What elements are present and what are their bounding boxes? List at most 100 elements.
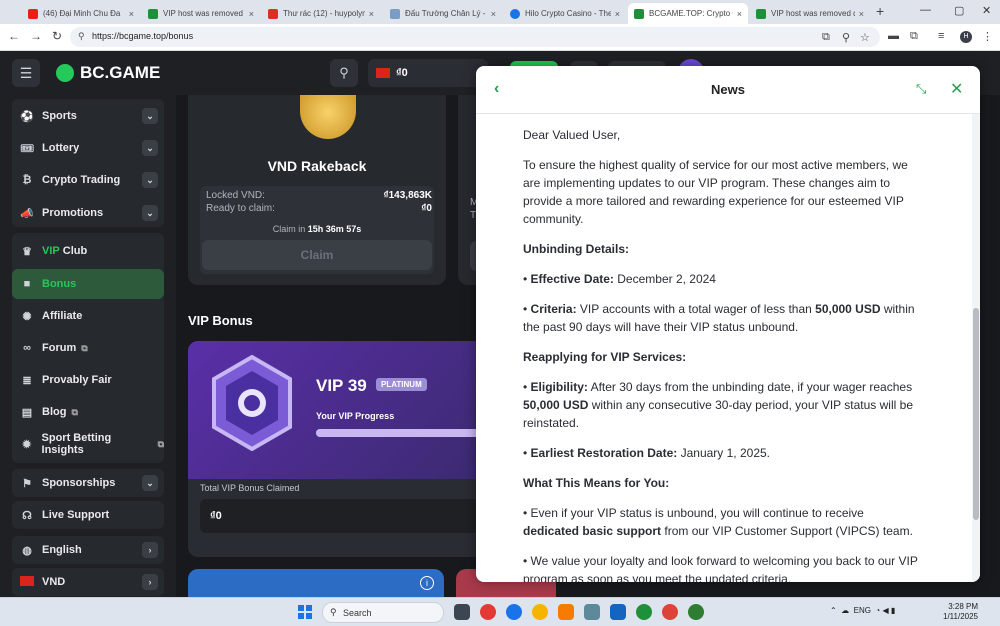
back-icon[interactable]: ← [8, 29, 20, 43]
chevron-right-icon[interactable]: › [142, 574, 158, 590]
media-icon[interactable]: ▬ [888, 30, 899, 42]
browser-tab[interactable]: Thư rác (12) - huypolym × [262, 3, 380, 24]
currency-selector[interactable]: VND › [12, 567, 164, 597]
app-icon[interactable] [636, 604, 652, 620]
sidebar-item-promotions[interactable]: 📣 Promotions ⌄ [12, 198, 164, 228]
close-tab-icon[interactable]: × [249, 9, 254, 19]
input-language[interactable]: ENG [854, 606, 871, 615]
sidebar-item-forum[interactable]: ∞ Forum ⧉ [12, 333, 164, 363]
scrollbar-thumb[interactable] [973, 308, 979, 520]
close-tab-icon[interactable]: × [369, 9, 374, 19]
sidebar-item-blog[interactable]: ▤ Blog ⧉ [12, 397, 164, 427]
sidebar-item-sponsorships[interactable]: ⚑ Sponsorships ⌄ [12, 468, 164, 498]
close-tab-icon[interactable]: × [491, 9, 496, 19]
chevron-right-icon[interactable]: › [142, 542, 158, 558]
taskbar-search[interactable]: ⚲ Search [322, 602, 444, 623]
taskbar-search-label: Search [343, 608, 372, 618]
collapse-icon[interactable]: ⤡ [916, 81, 926, 97]
url-input[interactable]: ⚲ https://bcgame.top/bonus [70, 27, 880, 47]
headset-icon: ☊ [22, 509, 32, 522]
close-icon[interactable]: ✕ [950, 79, 963, 99]
sidebar-item-sport-betting-insights[interactable]: ✹ Sport Betting Insights ⧉ [12, 429, 164, 459]
install-app-icon[interactable]: ⧉ [822, 31, 830, 44]
maximize-icon[interactable]: ▢ [954, 4, 964, 17]
browser-tab[interactable]: VIP host was removed d × [142, 3, 260, 24]
edge-icon[interactable] [506, 604, 522, 620]
sidebar-item-lottery[interactable]: 🎟 Lottery ⌄ [12, 133, 164, 163]
language-selector[interactable]: ◍ English › [12, 535, 164, 565]
search-icon[interactable]: ⚲ [330, 59, 358, 87]
zoom-icon[interactable]: ⚲ [842, 31, 850, 44]
browser-tab[interactable]: VIP host was removed d × [750, 3, 870, 24]
app-icon[interactable] [584, 604, 600, 620]
bullet-label: Earliest Restoration Date: [530, 446, 678, 460]
bullet-text: VIP accounts with a total wager of less … [576, 302, 816, 316]
browser-tab[interactable]: Đấu Trường Chân Lý - Th × [384, 3, 502, 24]
minimize-icon[interactable]: — [920, 4, 931, 16]
app-icon[interactable] [610, 604, 626, 620]
close-tab-icon[interactable]: × [615, 9, 620, 19]
chrome-icon[interactable] [532, 604, 548, 620]
chrome-icon[interactable] [662, 604, 678, 620]
tab-title: BCGAME.TOP: Crypto Casi [649, 9, 733, 18]
sidebar-item-bonus[interactable]: ■ Bonus [12, 269, 164, 299]
forum-icon: ∞ [23, 342, 31, 354]
close-tab-icon[interactable]: × [737, 9, 742, 19]
news-header: ‹ News ⤡ ✕ [476, 66, 980, 114]
chevron-down-icon[interactable]: ⌄ [142, 475, 158, 491]
chevron-down-icon[interactable]: ⌄ [142, 140, 158, 156]
chevron-down-icon[interactable]: ⌄ [142, 205, 158, 221]
close-tab-icon[interactable]: × [859, 9, 864, 19]
balance-display[interactable]: ₫0 [368, 59, 488, 87]
news-scrollbar[interactable] [972, 114, 980, 582]
system-clock[interactable]: 3:28 PM 1/11/2025 [940, 602, 978, 622]
sidebar-item-affiliate[interactable]: ✺ Affiliate [12, 301, 164, 331]
extensions-icon[interactable]: ⧉ [910, 30, 918, 43]
section-heading: Reapplying for VIP Services: [523, 350, 687, 364]
windows-start-icon[interactable] [298, 605, 312, 619]
sidebar-item-sports[interactable]: ⚽ Sports ⌄ [12, 101, 164, 131]
close-window-icon[interactable]: ✕ [982, 4, 991, 17]
browser-menu-icon[interactable]: ⋮ [982, 30, 993, 43]
provably-fair-icon: ≣ [22, 374, 32, 387]
rakeback-card: VND Rakeback Locked VND: ₫143,863K Ready … [188, 95, 446, 285]
bullet-mark: • [523, 506, 531, 520]
sidebar-item-label: Forum [42, 342, 77, 354]
volume-icon[interactable]: ◀ [882, 606, 888, 615]
menu-toggle-icon[interactable]: ☰ [12, 59, 40, 87]
browser-tab[interactable]: Hilo Crypto Casino - The × [504, 3, 626, 24]
sidebar-item-label: Bonus [42, 278, 77, 290]
chevron-down-icon[interactable]: ⌄ [142, 172, 158, 188]
app-icon[interactable] [480, 604, 496, 620]
wifi-icon[interactable]: ◔ [875, 606, 880, 615]
claim-countdown: Claim in 15h 36m 57s [200, 224, 434, 234]
claim-button[interactable]: Claim [202, 240, 432, 270]
tab-title: Thư rác (12) - huypolym [283, 9, 365, 18]
reading-list-icon[interactable]: ≡ [938, 30, 944, 42]
browser-tab[interactable]: (46) Đại Minh Chu Đa × [22, 3, 140, 24]
forward-icon[interactable]: → [30, 29, 42, 43]
profile-avatar[interactable]: H [960, 31, 972, 43]
file-explorer-icon[interactable] [454, 604, 470, 620]
sidebar-item-live-support[interactable]: ☊ Live Support [12, 500, 164, 530]
network-icon[interactable]: ☁ [841, 606, 849, 615]
app-icon[interactable] [688, 604, 704, 620]
tray-chevron-icon[interactable]: ⌃ [830, 606, 837, 615]
bookmark-star-icon[interactable]: ☆ [860, 31, 870, 44]
info-icon[interactable]: i [420, 576, 434, 590]
site-info-icon[interactable]: ⚲ [78, 31, 85, 42]
close-tab-icon[interactable]: × [129, 9, 134, 19]
globe-icon: ◍ [22, 544, 32, 557]
tab-title: VIP host was removed d [163, 9, 245, 18]
sidebar-item-crypto-trading[interactable]: ₿ Crypto Trading ⌄ [12, 165, 164, 195]
reload-icon[interactable]: ↻ [52, 29, 62, 43]
sidebar-item-provably-fair[interactable]: ≣ Provably Fair [12, 365, 164, 395]
battery-icon[interactable]: ▮ [891, 606, 895, 615]
sidebar-item-vip-club[interactable]: ♛ VIP Club [12, 236, 164, 266]
browser-tab-active[interactable]: BCGAME.TOP: Crypto Casi × [628, 3, 748, 24]
chevron-down-icon[interactable]: ⌄ [142, 108, 158, 124]
news-bullet: • Eligibility: After 30 days from the un… [523, 378, 923, 432]
vlc-icon[interactable] [558, 604, 574, 620]
logo[interactable]: BC.GAME [56, 63, 160, 83]
new-tab-icon[interactable]: + [876, 3, 884, 19]
